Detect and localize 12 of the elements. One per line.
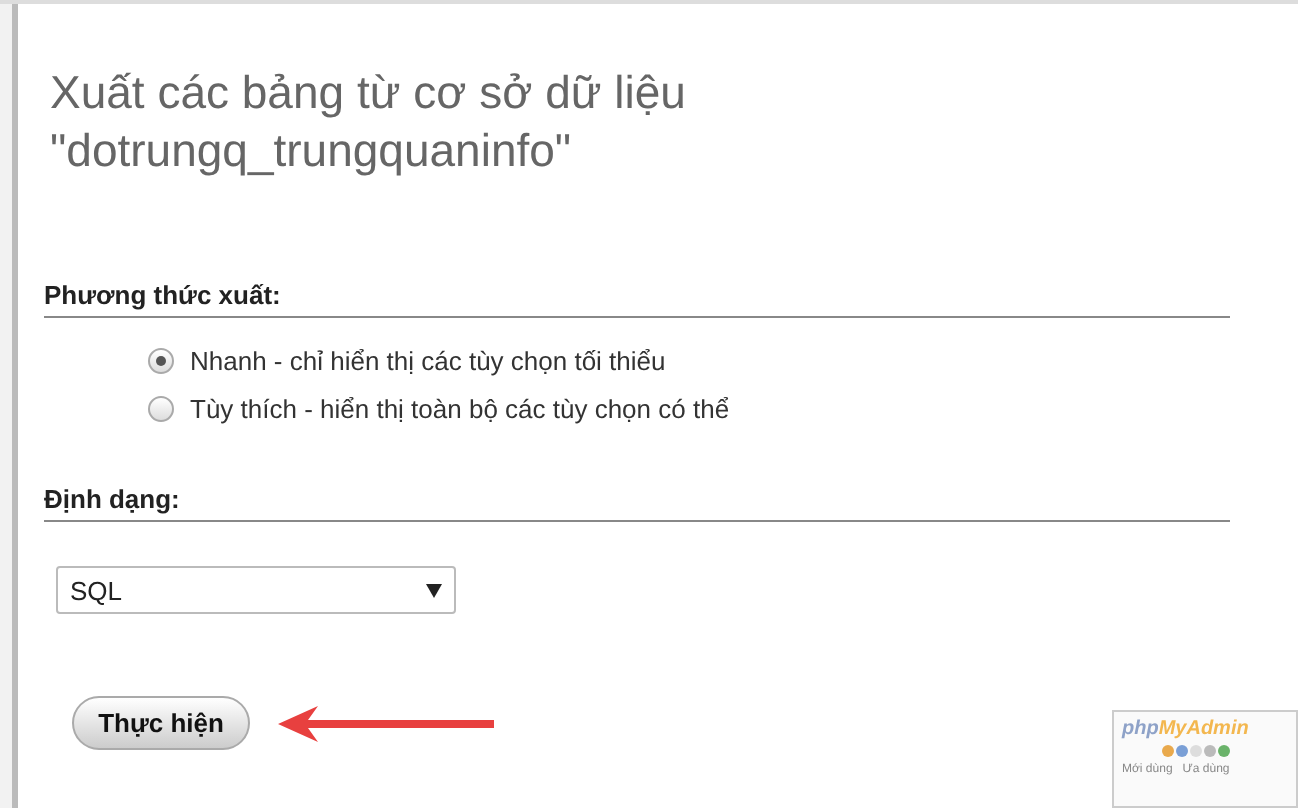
radio-button[interactable] bbox=[148, 348, 174, 374]
toolbar-icons bbox=[1162, 744, 1230, 758]
section-heading: Phương thức xuất: bbox=[44, 280, 1230, 318]
execute-button[interactable]: Thực hiện bbox=[72, 696, 250, 750]
radio-label: Nhanh - chỉ hiển thị các tùy chọn tối thiểu bbox=[190, 346, 666, 376]
caret-icon bbox=[426, 583, 442, 597]
format-dropdown[interactable]: SQL bbox=[56, 566, 456, 614]
logo: phpMyAdmin bbox=[1122, 718, 1249, 740]
radio-button[interactable] bbox=[148, 396, 174, 422]
radio-label: Tùy thích - hiển thị toàn bộ các tùy chọn có thể bbox=[190, 394, 730, 424]
page-title: Xuất các bảng từ cơ sở dữ liệu "dotrungq_trungquaninfo" bbox=[50, 64, 688, 180]
section-heading: Định dạng: bbox=[44, 484, 1230, 522]
